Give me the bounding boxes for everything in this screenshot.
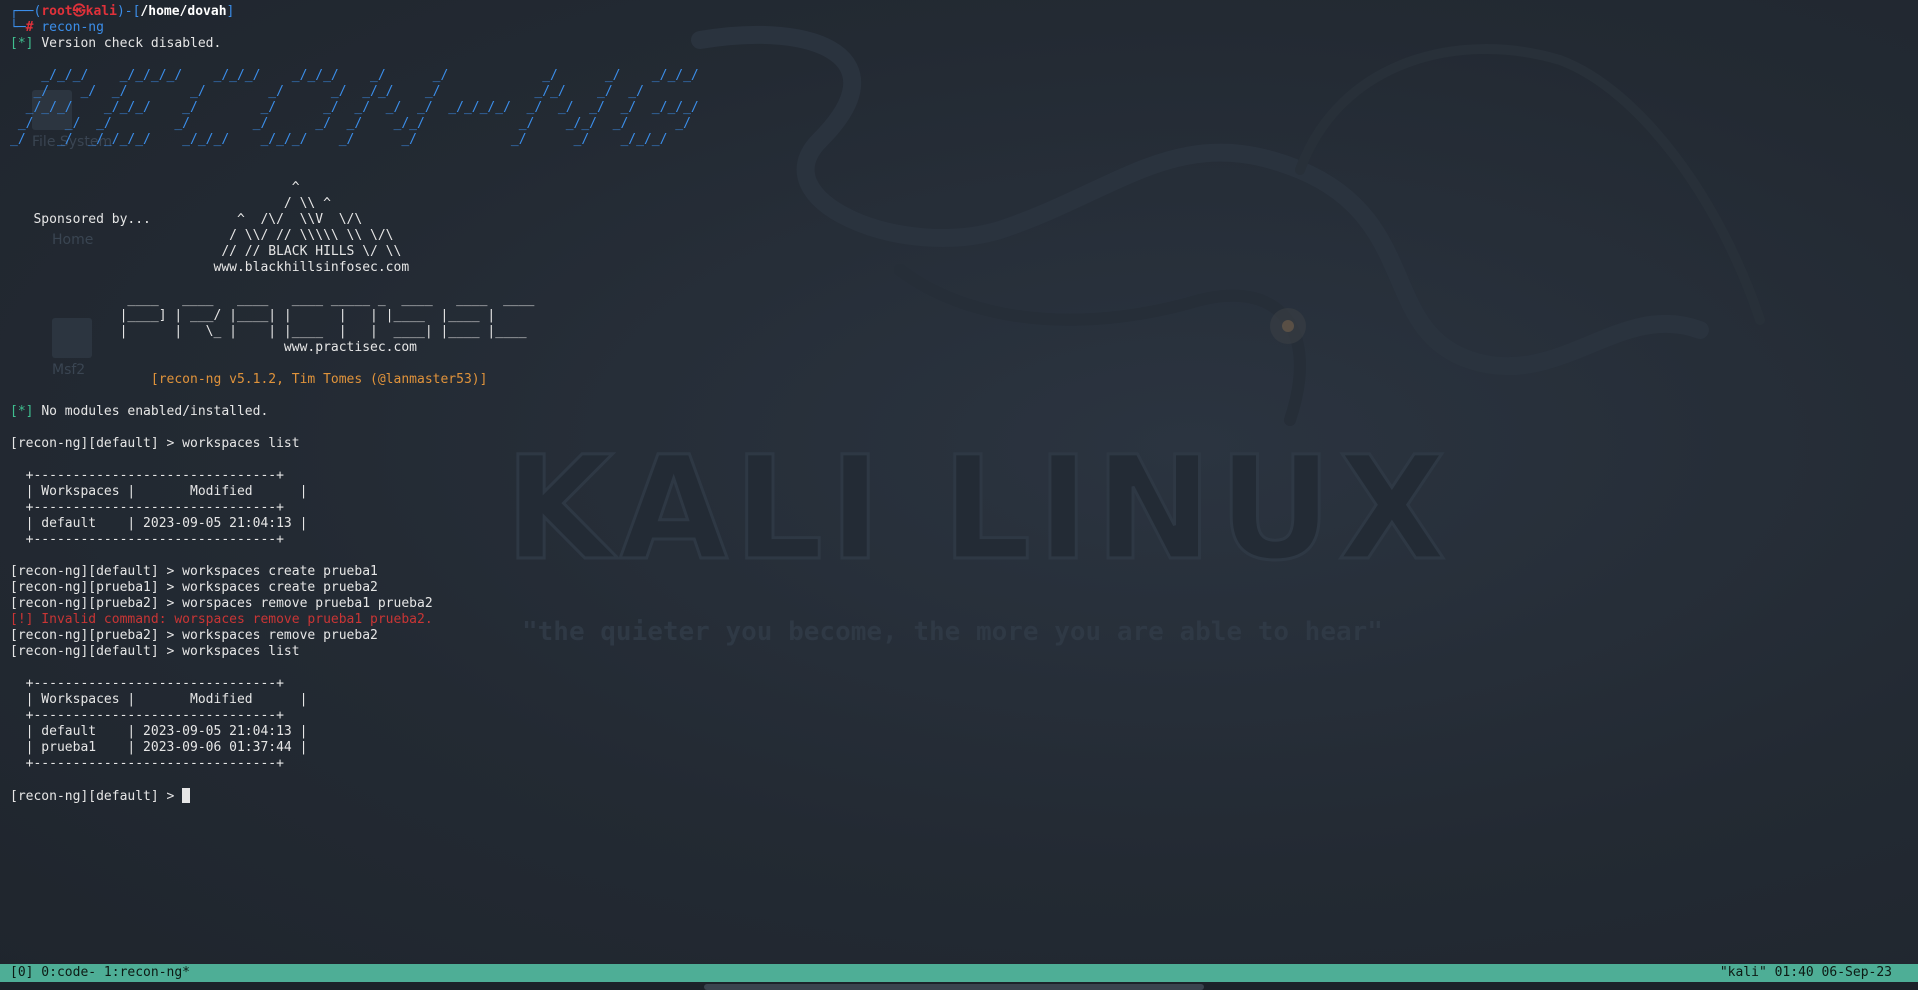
bhis-art-row: / \\ ^ — [10, 196, 331, 211]
table-border: +-------------------------------+ — [10, 756, 284, 771]
version-line: [*] Version check disabled. — [10, 36, 221, 52]
bhis-art-row: ^ — [10, 180, 300, 195]
command-line: [recon-ng][prueba2] > workspaces remove … — [10, 628, 378, 643]
modules-message: No modules enabled/installed. — [41, 404, 269, 419]
tmux-status-right: "kali" 01:40 06-Sep-23 — [1719, 965, 1892, 980]
active-prompt-line[interactable]: [recon-ng][default] > — [10, 788, 191, 804]
banner-row: _/_/_/ _/_/_/_/ _/_/_/ _/_/_/ _/ _/ _/ _… — [10, 68, 699, 83]
prompt-corner: ┌──( — [10, 4, 42, 19]
version-banner: [recon-ng v5.1.2, Tim Tomes (@lanmaster5… — [10, 372, 488, 387]
table-row: | default | 2023-09-05 21:04:13 | — [10, 724, 308, 739]
table-border: +-------------------------------+ — [10, 532, 284, 547]
command-line: [recon-ng][default] > workspaces list — [10, 436, 300, 451]
prompt-hash: # — [25, 20, 34, 35]
tmux-window-list[interactable]: [0] 0:code- 1:recon-ng* — [10, 964, 190, 982]
practisec-art-row: www.practisec.com — [10, 340, 417, 355]
table-header: | Workspaces | Modified | — [10, 692, 308, 707]
prompt-bracket: ] — [226, 4, 235, 19]
practisec-art-row: |____] | ___/ |____| | | | |____ |____ | — [10, 308, 496, 323]
table-border: +-------------------------------+ — [10, 676, 284, 691]
bhis-art-row: www.blackhillsinfosec.com — [10, 260, 410, 275]
table-border: +-------------------------------+ — [10, 708, 284, 723]
prompt-user: root㉿kali — [41, 4, 117, 19]
banner-row: _/ _/ _/ _/ _/ _/ _/ _/_/ _/ _/_/ _/ _/ — [10, 116, 699, 131]
active-prompt: [recon-ng][default] > — [10, 789, 183, 804]
table-border: +-------------------------------+ — [10, 468, 284, 483]
prompt-sep: )-[ — [116, 4, 141, 19]
command-line: [recon-ng][default] > workspaces list — [10, 644, 300, 659]
command-line: [recon-ng][prueba1] > workspaces create … — [10, 580, 378, 595]
bhis-art-row: // // BLACK HILLS \/ \\ — [10, 244, 402, 259]
practisec-art-row: | | \_ | | |____ | | ____| |____ |____ — [10, 324, 527, 339]
banner-row: _/_/_/ _/_/_/ _/ _/ _/ _/ _/ _/ _/_/_/_/… — [10, 100, 699, 115]
table-row: | prueba1 | 2023-09-06 01:37:44 | — [10, 740, 308, 755]
banner-row: _/ _/ _/ _/ _/ _/ _/_/ _/ _/_/ _/ _/ — [10, 84, 699, 99]
info-tag: [*] — [10, 36, 34, 51]
prompt-path: /home/dovah — [140, 4, 227, 19]
info-tag: [*] — [10, 404, 34, 419]
prompt-corner-bottom: └─ — [10, 20, 26, 35]
table-row: | default | 2023-09-05 21:04:13 | — [10, 516, 308, 531]
bhis-art-row: Sponsored by... ^ /\/ \\V \/\ — [10, 212, 363, 227]
banner-row: _/ _/ _/_/_/_/ _/_/_/ _/_/_/ _/ _/ _/ _/… — [10, 132, 699, 147]
table-header: | Workspaces | Modified | — [10, 484, 308, 499]
command-line: [recon-ng][default] > workspaces create … — [10, 564, 378, 579]
command-line: [recon-ng][prueba2] > worspaces remove p… — [10, 596, 433, 611]
horizontal-scrollbar[interactable] — [704, 984, 1204, 990]
prompt-command: recon-ng — [41, 20, 104, 35]
bhis-art-row: / \\/ // \\\\\ \\ \/\ — [10, 228, 394, 243]
tmux-status-bar: [0] 0:code- 1:recon-ng* "kali" 01:40 06-… — [0, 964, 1918, 982]
table-border: +-------------------------------+ — [10, 500, 284, 515]
practisec-art-row: ____ ____ ____ ____ _____ _ ____ ____ __… — [10, 292, 535, 307]
modules-line: [*] No modules enabled/installed. — [10, 404, 268, 420]
error-message: [!] Invalid command: worspaces remove pr… — [10, 612, 433, 627]
text-cursor[interactable] — [182, 788, 191, 803]
terminal-window[interactable]: ┌──(root㉿kali)-[/home/dovah] └─# recon-n… — [0, 0, 1918, 968]
prompt-line-2: └─# recon-ng — [10, 20, 104, 36]
prompt-line-1: ┌──(root㉿kali)-[/home/dovah] — [10, 4, 234, 20]
version-message: Version check disabled. — [41, 36, 222, 51]
